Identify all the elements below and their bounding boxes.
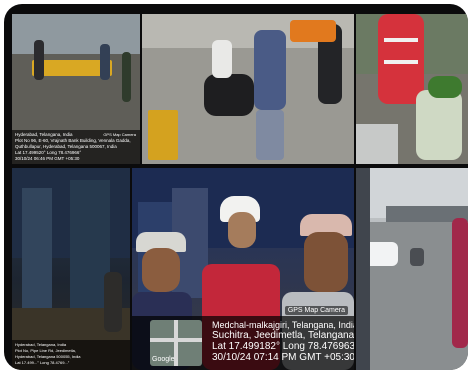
gps-details: Medchal-malkajgiri, Telangana, India Suc… [212, 320, 354, 363]
gps-overlay: GPS Map Camera Hyderabad, Telangana, Ind… [12, 130, 140, 164]
photo-traffic-volunteer [356, 14, 468, 164]
vegetable-bag [416, 90, 462, 160]
map-label: Google [152, 356, 175, 363]
vehicle [410, 248, 424, 266]
gps-line: Lat 17.499520° Long 78.476966° [15, 150, 82, 155]
gps-line: Plot No, Pipe Line Rd, Jeedimetla, [15, 348, 76, 353]
photo-traffic-management [142, 14, 354, 164]
motorcycle [204, 74, 254, 116]
person-figure [100, 44, 110, 80]
gps-line: Hyderabad, Telangana 500055, India [15, 354, 81, 359]
building-lit [22, 188, 52, 308]
young-man-face [304, 232, 348, 292]
gps-line: Hyderabad, Telangana, India [15, 132, 73, 137]
vehicle-in-background [290, 20, 336, 42]
photo-selfie-with-officer: GPS Map Camera Google Medchal-malkajgiri… [132, 168, 354, 370]
gps-title: GPS Map Camera [103, 132, 136, 137]
map-thumbnail: Google [150, 320, 202, 366]
sidebar-edge [356, 168, 370, 370]
person-figure [104, 272, 122, 332]
reflective-stripe [384, 38, 418, 42]
young-man-face [142, 248, 180, 292]
gps-location-line: Medchal-malkajgiri, Telangana, India [212, 320, 354, 330]
photo-flyover-road [356, 168, 468, 370]
person-edge [452, 218, 468, 348]
rider-figure [212, 40, 232, 78]
reflective-stripe [384, 60, 418, 64]
photo-night-street: Hyderabad, Telangana, India Plot No, Pip… [12, 168, 130, 370]
gps-address-line: Suchitra, Jeedimetla, Telangana, India [212, 330, 354, 341]
officer-face [228, 212, 256, 248]
photo-street-barricades: GPS Map Camera Hyderabad, Telangana, Ind… [12, 14, 140, 164]
gps-line: Quthbullapur, Hyderabad, Telangana 50006… [15, 144, 117, 149]
sky-area [12, 14, 140, 54]
map-thumbnail [356, 124, 398, 164]
gps-line: Lat 17.499...° Long 78.4769...° [15, 360, 70, 365]
photo-collage: GPS Map Camera Hyderabad, Telangana, Ind… [4, 4, 468, 370]
man-jeans [256, 110, 284, 160]
green-leaves [428, 76, 462, 98]
gps-overlay: Hyderabad, Telangana, India Plot No, Pip… [12, 340, 130, 370]
red-vest [378, 14, 424, 104]
gps-title: GPS Map Camera [284, 306, 348, 315]
gps-line: 30/10/24 06:46 PM GMT +05:30 [15, 156, 80, 161]
gps-line: Hyderabad, Telangana, India [15, 342, 67, 347]
gps-timestamp-line: 30/10/24 07:14 PM GMT +05:30 [212, 352, 354, 363]
man-blue-shirt [254, 30, 286, 110]
yellow-barricade [148, 110, 178, 160]
gps-coordinates-line: Lat 17.499182° Long 78.476963° [212, 341, 354, 352]
person-figure [122, 52, 131, 102]
gps-line: Plot No 96, E-60, Vrajnath Bank Building… [15, 138, 131, 143]
person-figure [34, 40, 44, 80]
gps-overlay: GPS Map Camera Google Medchal-malkajgiri… [132, 306, 354, 370]
